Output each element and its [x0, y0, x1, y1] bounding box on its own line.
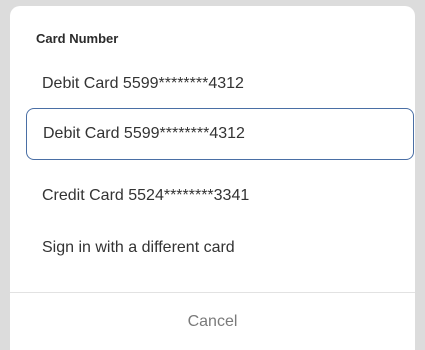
card-option-credit[interactable]: Credit Card 5524********3341 — [26, 170, 414, 222]
sign-in-different-card-option[interactable]: Sign in with a different card — [26, 222, 414, 274]
card-option-debit-2-selected[interactable]: Debit Card 5599********4312 — [26, 108, 414, 160]
card-option-label: Debit Card 5599********4312 — [43, 125, 245, 142]
card-option-label: Credit Card 5524********3341 — [42, 187, 250, 204]
cancel-button[interactable]: Cancel — [10, 294, 415, 350]
card-option-debit-1[interactable]: Debit Card 5599********4312 — [26, 58, 414, 110]
card-picker-sheet: Card Number Debit Card 5599********4312 … — [10, 6, 415, 350]
card-number-heading: Card Number — [36, 31, 119, 46]
card-option-label: Debit Card 5599********4312 — [42, 75, 244, 92]
card-option-label: Sign in with a different card — [42, 239, 235, 256]
divider — [10, 292, 415, 293]
